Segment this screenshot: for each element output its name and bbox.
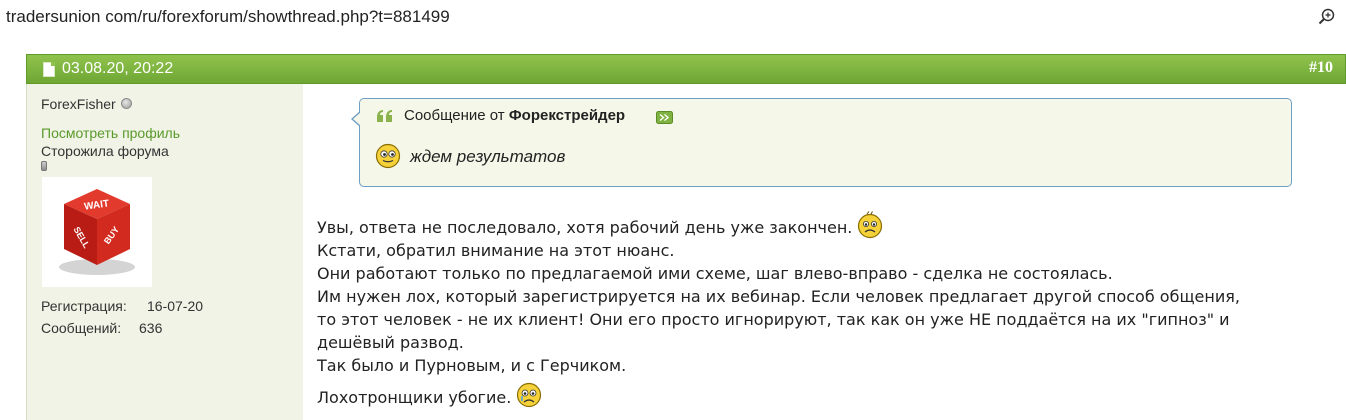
post-line-text: Лохотронщики убогие.	[317, 388, 512, 407]
smiley-wink-icon	[375, 143, 401, 169]
post-header: 03.08.20, 20:22 #10	[26, 54, 1346, 84]
quote-icon	[377, 110, 392, 122]
username-link[interactable]: ForexFisher	[41, 96, 116, 112]
reputation-icon	[41, 161, 47, 171]
quote-text: ждем результатов	[410, 147, 566, 166]
offline-status-icon	[121, 98, 132, 109]
zoom-in-icon[interactable]	[1318, 8, 1336, 26]
post-number-link[interactable]: #10	[1309, 59, 1333, 77]
post-content: Сообщение от Форекстрейдер ждем результа…	[303, 84, 1346, 420]
quote-prefix-text: Сообщение от	[404, 107, 505, 124]
registration-date: 16-07-20	[147, 298, 204, 314]
registration-label: Регистрация:	[41, 298, 127, 314]
view-profile-link[interactable]: Посмотреть профиль	[41, 125, 180, 141]
address-bar[interactable]: tradersunion com/ru/forexforum/showthrea…	[0, 0, 1346, 34]
smiley-sad-icon	[858, 211, 883, 239]
post-line: Лохотронщики убогие.	[317, 381, 1337, 409]
messages-label: Сообщений:	[41, 320, 122, 336]
post-body: Увы, ответа не последовало, хотя рабочий…	[317, 211, 1337, 409]
quote-block: Сообщение от Форекстрейдер ждем результа…	[351, 98, 1292, 187]
avatar[interactable]: WAIT SELL BUY	[42, 177, 152, 287]
url-text[interactable]: tradersunion com/ru/forexforum/showthrea…	[6, 7, 450, 27]
post-line: дешёвый развод.	[317, 333, 464, 352]
post-line: Им нужен лох, который зарегистрируется н…	[317, 287, 1240, 306]
quote-author: Форекстрейдер	[508, 107, 626, 124]
quote-header: Сообщение от Форекстрейдер	[404, 107, 625, 124]
post-line: Кстати, обратил внимание на этот нюанс.	[317, 241, 675, 260]
smiley-cry-icon	[517, 382, 542, 408]
view-post-icon[interactable]	[656, 111, 673, 124]
post-line-text: Увы, ответа не последовало, хотя рабочий…	[317, 218, 853, 237]
quote-arrow-inner	[353, 112, 361, 126]
user-sidebar: ForexFisher Посмотреть профиль Сторожила…	[26, 84, 303, 420]
messages-count: 636	[139, 320, 163, 336]
post-line: Так было и Пурновым, и с Герчиком.	[317, 356, 627, 375]
document-icon	[43, 62, 55, 77]
post-line: Увы, ответа не последовало, хотя рабочий…	[317, 211, 1337, 239]
post-line: то этот человек - не их клиент! Они его …	[317, 310, 1230, 329]
user-title: Сторожила форума	[41, 143, 169, 159]
post-line: Они работают только по предлагаемой ими …	[317, 264, 1113, 283]
post-date: 03.08.20, 20:22	[62, 60, 174, 77]
